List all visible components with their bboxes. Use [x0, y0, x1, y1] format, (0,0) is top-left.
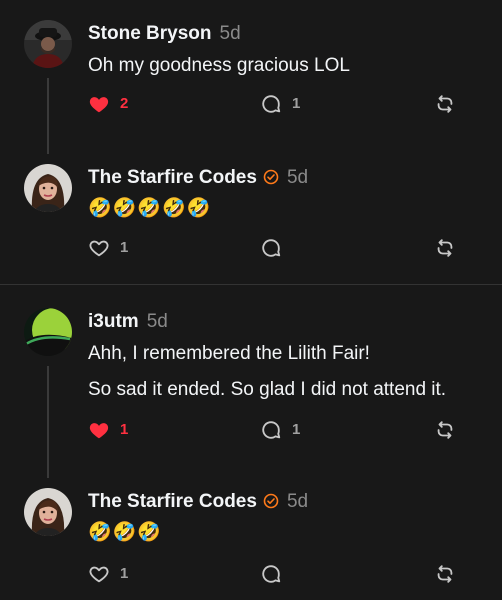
reply-button[interactable] — [260, 562, 282, 586]
heart-outline-icon — [89, 240, 109, 257]
heart-outline-icon — [89, 566, 109, 583]
green-planet-avatar-icon — [24, 308, 72, 356]
verified-badge-icon — [263, 169, 279, 185]
person-dark-avatar-icon — [24, 20, 72, 68]
like-count: 1 — [120, 239, 129, 256]
timestamp[interactable]: 5d — [287, 491, 308, 512]
avatar[interactable] — [24, 164, 72, 212]
repost-icon — [437, 239, 453, 257]
author-name[interactable]: The Starfire Codes — [88, 491, 257, 512]
woman-portrait-avatar-icon — [24, 488, 72, 536]
action-bar: 1 1 — [88, 418, 468, 442]
heart-filled-icon — [89, 97, 109, 113]
heart-filled-icon — [89, 423, 109, 439]
avatar[interactable] — [24, 488, 72, 536]
author-name[interactable]: Stone Bryson — [88, 23, 212, 44]
action-bar: 1 — [88, 562, 468, 586]
like-count: 1 — [120, 565, 129, 582]
reply-count: 1 — [292, 95, 301, 112]
timestamp[interactable]: 5d — [147, 311, 168, 332]
post-text: Ahh, I remembered the Lilith Fair! — [88, 343, 370, 364]
post-text: 🤣🤣🤣🤣🤣 — [88, 197, 212, 219]
author-row: The Starfire Codes 5d — [88, 490, 308, 514]
comment-icon — [262, 421, 281, 439]
comment-icon — [262, 565, 281, 583]
post-text: 🤣🤣🤣 — [88, 521, 162, 543]
reply-button[interactable] — [260, 236, 282, 260]
like-button[interactable]: 2 — [88, 92, 128, 116]
comment-icon — [262, 95, 281, 113]
action-bar: 1 — [88, 236, 468, 260]
like-count: 1 — [120, 421, 129, 438]
author-name[interactable]: i3utm — [88, 311, 139, 332]
like-button[interactable]: 1 — [88, 562, 128, 586]
repost-icon — [437, 95, 453, 113]
comment-icon — [262, 239, 281, 257]
repost-icon — [437, 565, 453, 583]
reply-button[interactable]: 1 — [260, 418, 300, 442]
repost-icon — [437, 421, 453, 439]
like-button[interactable]: 1 — [88, 236, 128, 260]
woman-portrait-avatar-icon — [24, 164, 72, 212]
reply-count: 1 — [292, 421, 301, 438]
author-row: Stone Bryson 5d — [88, 22, 241, 46]
timestamp[interactable]: 5d — [287, 167, 308, 188]
author-row: The Starfire Codes 5d — [88, 166, 308, 190]
thread-divider — [0, 284, 502, 285]
thread-line — [47, 78, 49, 154]
author-row: i3utm 5d — [88, 310, 168, 334]
avatar[interactable] — [24, 308, 72, 356]
avatar[interactable] — [24, 20, 72, 68]
verified-badge-icon — [263, 493, 279, 509]
thread-line — [47, 366, 49, 478]
repost-button[interactable] — [434, 562, 456, 586]
like-button[interactable]: 1 — [88, 418, 128, 442]
repost-button[interactable] — [434, 236, 456, 260]
repost-button[interactable] — [434, 92, 456, 116]
repost-button[interactable] — [434, 418, 456, 442]
post-text: Oh my goodness gracious LOL — [88, 55, 350, 76]
post-text-line-2: So sad it ended. So glad I did not atten… — [88, 379, 447, 400]
timestamp[interactable]: 5d — [220, 23, 241, 44]
action-bar: 2 1 — [88, 92, 468, 116]
author-name[interactable]: The Starfire Codes — [88, 167, 257, 188]
like-count: 2 — [120, 95, 129, 112]
reply-button[interactable]: 1 — [260, 92, 300, 116]
